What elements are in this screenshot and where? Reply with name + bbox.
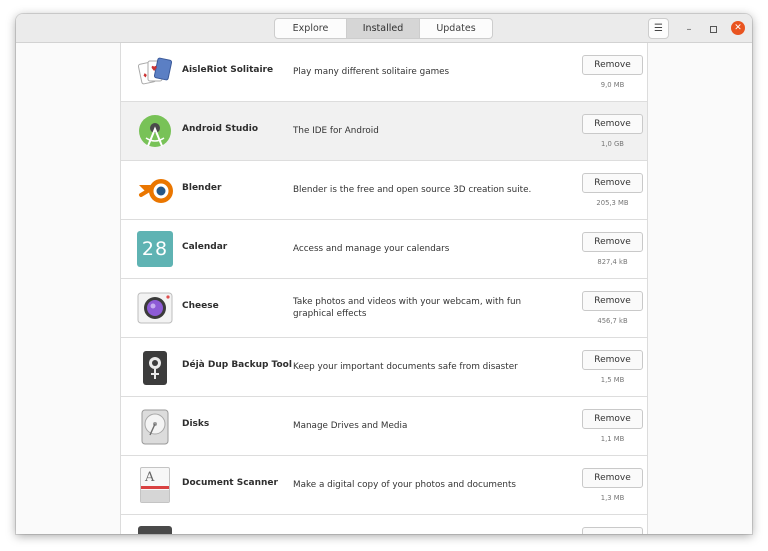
app-name: Cheese [182,301,219,311]
list-item: Déjà Dup Backup Tool Keep your important… [121,338,647,397]
app-description: Manage Drives and Media [293,421,408,431]
android-studio-icon [137,114,173,148]
app-size: 205,3 MB [596,199,629,207]
scan-line [141,486,169,489]
list-item: A Document Scanner Make a digital copy o… [121,456,647,515]
main-content: ♥ ♦ AisleRiot Solitaire Play many differ… [16,43,752,534]
maximize-button[interactable] [706,22,720,36]
app-size: 827,4 kB [597,258,628,266]
blender-icon [137,173,173,207]
remove-button[interactable]: Remove [582,114,643,134]
list-item [121,515,647,534]
cheese-webcam-icon [137,291,173,325]
app-description: The IDE for Android [293,126,379,136]
scanner-letter: A [145,470,155,485]
app-name: Document Scanner [182,478,278,488]
close-button[interactable]: ✕ [731,21,745,35]
remove-button[interactable]: Remove [582,291,643,311]
app-description: Blender is the free and open source 3D c… [293,185,532,195]
calendar-day: 28 [141,238,169,260]
app-description: Keep your important documents safe from … [293,362,518,372]
app-size: 1,5 MB [600,376,625,384]
tab-explore[interactable]: Explore [274,18,347,39]
header-bar: Explore Installed Updates ☰ – ✕ [16,14,752,43]
tab-updates[interactable]: Updates [420,18,493,39]
list-item: ♥ ♦ AisleRiot Solitaire Play many differ… [121,43,647,102]
app-size: 9,0 MB [600,81,625,89]
remove-button[interactable]: Remove [582,55,643,75]
installed-app-list[interactable]: ♥ ♦ AisleRiot Solitaire Play many differ… [120,43,648,534]
app-description: Make a digital copy of your photos and d… [293,480,517,490]
app-name: Disks [182,419,210,429]
minimize-button[interactable]: – [682,22,696,36]
remove-button[interactable] [582,527,643,534]
remove-button[interactable]: Remove [582,173,643,193]
svg-text:♥: ♥ [151,65,157,73]
app-size: 1,1 MB [600,435,625,443]
list-item: Cheese Take photos and videos with your … [121,279,647,338]
hamburger-icon: ☰ [654,23,663,34]
tab-installed[interactable]: Installed [347,18,420,39]
view-switcher: Explore Installed Updates [274,18,493,39]
list-item: 28 Calendar Access and manage your calen… [121,220,647,279]
app-name: Déjà Dup Backup Tool [182,360,292,370]
remove-button[interactable]: Remove [582,350,643,370]
solitaire-cards-icon: ♥ ♦ [137,55,173,89]
scanner-base [141,490,169,502]
app-size: 1,3 MB [600,494,625,502]
maximize-icon [709,25,717,33]
remove-button[interactable]: Remove [582,409,643,429]
app-name: Blender [182,183,222,193]
app-description: Access and manage your calendars [293,244,450,254]
disk-drive-icon [137,409,173,445]
backup-safe-icon [137,350,173,385]
app-size: 456,7 kB [597,317,628,325]
remove-button[interactable]: Remove [582,232,643,252]
list-item: Disks Manage Drives and Media Remove 1,1… [121,397,647,456]
app-name: Android Studio [182,124,258,134]
software-window: Explore Installed Updates ☰ – ✕ ♥ ♦ Aisl… [16,14,752,534]
app-name: Calendar [182,242,228,252]
minimize-icon: – [686,23,692,35]
calendar-icon: 28 [137,231,173,267]
menu-button[interactable]: ☰ [648,18,669,39]
app-description: Take photos and videos with your webcam,… [293,297,522,319]
app-description: Play many different solitaire games [293,67,450,77]
close-icon: ✕ [734,23,742,33]
document-scanner-icon: A [140,467,170,503]
remove-button[interactable]: Remove [582,468,643,488]
list-item: Android Studio The IDE for Android Remov… [121,102,647,161]
app-size: 1,0 GB [601,140,624,148]
list-item: Blender Blender is the free and open sou… [121,161,647,220]
app-name: AisleRiot Solitaire [182,65,274,75]
app-icon [138,526,172,534]
